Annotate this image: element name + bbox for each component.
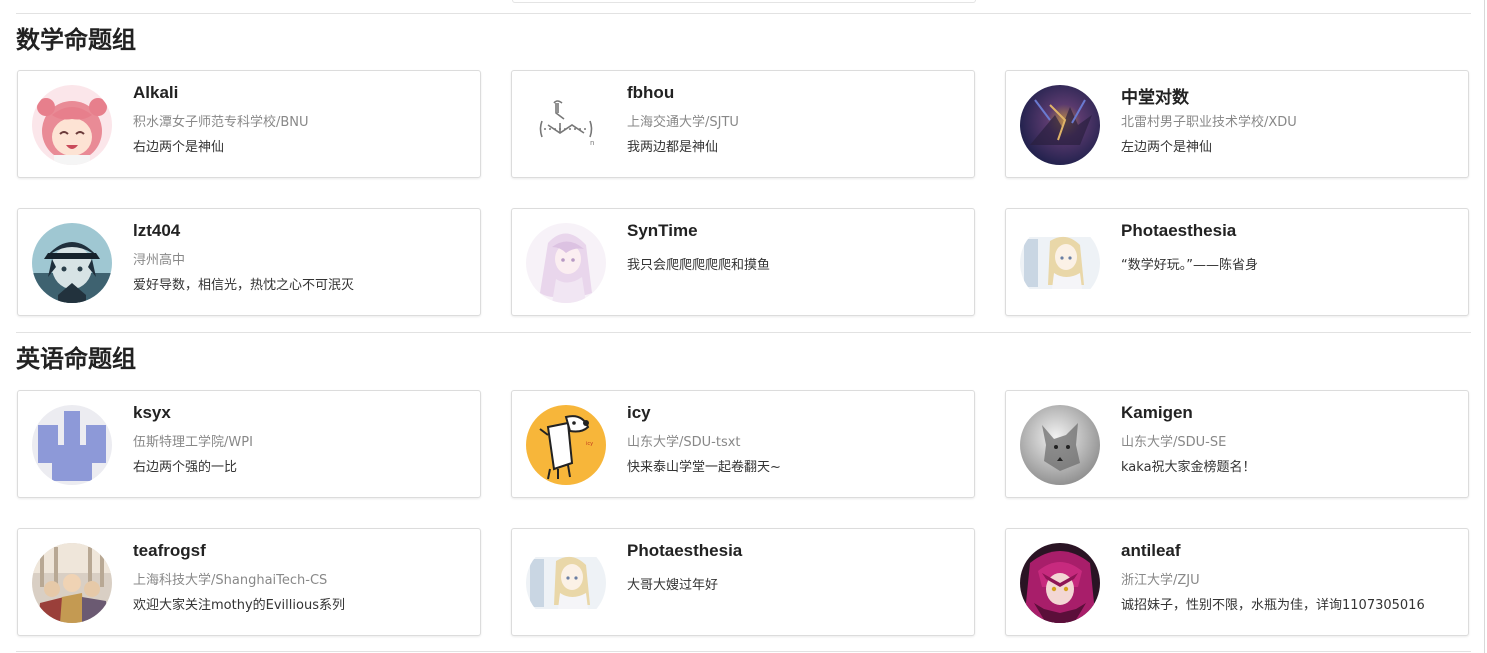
member-school: 上海科技大学/ShanghaiTech-CS — [133, 573, 328, 588]
team-page: 数学命题组 Alkali 积水潭女子师范专科学校/BNU 右边两个是神仙 n f… — [0, 0, 1487, 653]
member-school: 山东大学/SDU-tsxt — [627, 435, 741, 450]
anime-group-illustration-avatar — [32, 543, 112, 623]
member-name: Photaesthesia — [627, 541, 743, 560]
svg-text:icy: icy — [586, 441, 593, 447]
member-name: Alkali — [133, 83, 179, 102]
member-name: teafrogsf — [133, 541, 206, 560]
member-motto: 欢迎大家关注mothy的Evillious系列 — [133, 598, 345, 613]
pink-hair-anime-girl-avatar — [32, 85, 112, 165]
blonde-anime-girl-avatar — [526, 543, 606, 623]
member-name: ksyx — [133, 403, 171, 422]
member-motto: 大哥大嫂过年好 — [627, 578, 719, 593]
member-school: 积水潭女子师范专科学校/BNU — [133, 115, 309, 130]
magenta-hair-anime-girl-avatar — [1020, 543, 1100, 623]
member-school: 伍斯特理工学院/WPI — [133, 435, 253, 450]
member-card-fbhou[interactable]: n fbhou 上海交通大学/SJTU 我两边都是神仙 — [511, 70, 975, 178]
scrollbar-edge — [1484, 0, 1485, 653]
member-card-icy[interactable]: icy icy 山东大学/SDU-tsxt 快来泰山学堂一起卷翻天~ — [511, 390, 975, 498]
section-divider — [16, 651, 1471, 652]
member-school: 北雷村男子职业技术学校/XDU — [1121, 115, 1297, 130]
member-card-photaesthesia[interactable]: Photaesthesia “数学好玩。”——陈省身 — [1005, 208, 1469, 316]
member-name: icy — [627, 403, 651, 422]
member-card-zhongtangduishu[interactable]: 中堂对数 北雷村男子职业技术学校/XDU 左边两个是神仙 — [1005, 70, 1469, 178]
member-motto: “数学好玩。”——陈省身 — [1121, 258, 1258, 273]
member-name: antileaf — [1121, 541, 1181, 560]
member-school: 山东大学/SDU-SE — [1121, 435, 1227, 450]
member-school: 浔州高中 — [133, 253, 186, 268]
member-name: lzt404 — [133, 221, 181, 240]
member-school: 上海交通大学/SJTU — [627, 115, 739, 130]
section-title-math: 数学命题组 — [16, 26, 136, 54]
member-card-kamigen[interactable]: Kamigen 山东大学/SDU-SE kaka祝大家金榜题名！ — [1005, 390, 1469, 498]
member-card-photaesthesia-2[interactable]: Photaesthesia 大哥大嫂过年好 — [511, 528, 975, 636]
dark-creature-avatar — [1020, 85, 1100, 165]
member-name: 中堂对数 — [1121, 88, 1189, 107]
gray-wolf-avatar — [1020, 405, 1100, 485]
cartoon-dog-yellow-avatar: icy — [526, 405, 606, 485]
section-title-english: 英语命题组 — [16, 345, 136, 373]
member-name: Photaesthesia — [1121, 221, 1237, 240]
member-motto: 爱好导数，相信光，热忱之心不可泯灭 — [133, 278, 355, 293]
blue-block-pattern-avatar — [32, 405, 112, 485]
member-card-alkali[interactable]: Alkali 积水潭女子师范专科学校/BNU 右边两个是神仙 — [17, 70, 481, 178]
member-card-syntime[interactable]: SynTime 我只会爬爬爬爬爬和摸鱼 — [511, 208, 975, 316]
pastel-anime-girl-avatar — [526, 223, 606, 303]
member-motto: 诚招妹子，性别不限，水瓶为佳，详询1107305016 — [1121, 598, 1425, 613]
member-name: SynTime — [627, 221, 698, 240]
member-motto: 我两边都是神仙 — [627, 140, 719, 155]
svg-text:n: n — [590, 139, 594, 147]
section-divider — [16, 13, 1471, 14]
member-name: Kamigen — [1121, 403, 1193, 422]
anime-boy-cap-avatar — [32, 223, 112, 303]
member-motto: 右边两个是神仙 — [133, 140, 225, 155]
member-motto: kaka祝大家金榜题名！ — [1121, 460, 1256, 475]
member-motto: 左边两个是神仙 — [1121, 140, 1213, 155]
blonde-anime-girl-avatar — [1020, 223, 1100, 303]
member-card-lzt404[interactable]: lzt404 浔州高中 爱好导数，相信光，热忱之心不可泯灭 — [17, 208, 481, 316]
member-motto: 右边两个强的一比 — [133, 460, 238, 475]
member-card-ksyx[interactable]: ksyx 伍斯特理工学院/WPI 右边两个强的一比 — [17, 390, 481, 498]
polymer-structure-avatar: n — [526, 85, 606, 165]
section-divider — [16, 332, 1471, 333]
member-motto: 我只会爬爬爬爬爬和摸鱼 — [627, 258, 771, 273]
member-card-antileaf[interactable]: antileaf 浙江大学/ZJU 诚招妹子，性别不限，水瓶为佳，详询11073… — [1005, 528, 1469, 636]
member-name: fbhou — [627, 83, 675, 102]
member-school: 浙江大学/ZJU — [1121, 573, 1200, 588]
member-card-teafrogsf[interactable]: teafrogsf 上海科技大学/ShanghaiTech-CS 欢迎大家关注m… — [17, 528, 481, 636]
previous-card-edge — [512, 0, 976, 3]
member-motto: 快来泰山学堂一起卷翻天~ — [627, 460, 781, 475]
